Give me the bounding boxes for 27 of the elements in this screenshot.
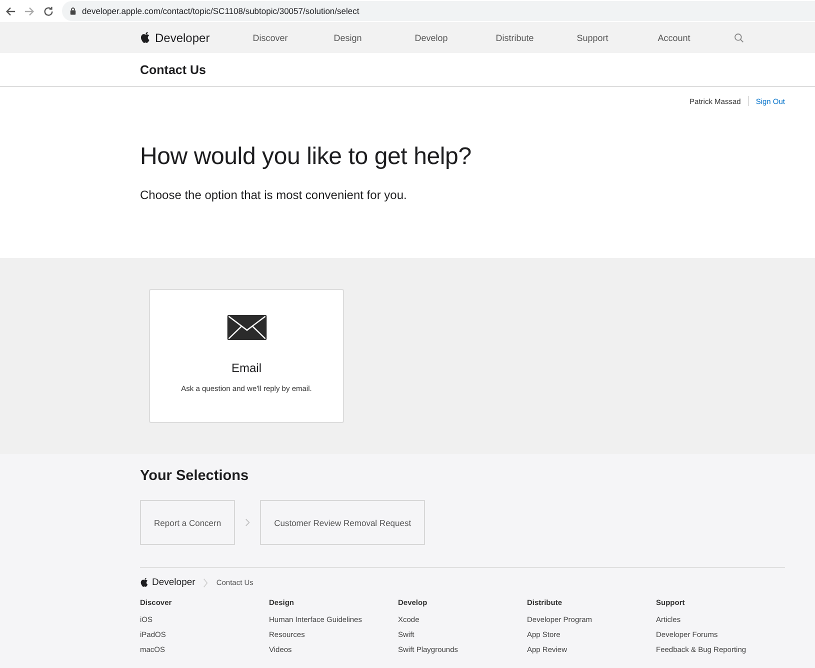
brand-text: Developer: [152, 577, 196, 588]
brand-text: Developer: [155, 30, 210, 44]
nav-link[interactable]: Design: [334, 32, 415, 42]
nav-link[interactable]: Support: [576, 32, 658, 42]
reload-icon[interactable]: [43, 6, 54, 16]
nav-link[interactable]: Develop: [414, 32, 496, 42]
search-icon[interactable]: [734, 32, 744, 42]
apple-logo-icon: [140, 31, 151, 44]
chevron-icon: [203, 578, 208, 588]
page-heading: How would you like to get help?: [140, 143, 472, 171]
address-bar[interactable]: developer.apple.com/contact/topic/SC1108/subtopic/30057/solution/select: [62, 1, 815, 21]
option-title: Email: [231, 361, 262, 375]
developer-logo[interactable]: Developer: [140, 577, 196, 588]
nav-link[interactable]: Distribute: [496, 32, 577, 42]
back-icon[interactable]: [5, 6, 16, 16]
section-title: Contact Us: [140, 62, 206, 76]
envelope-icon: [226, 315, 268, 340]
lock-icon: [70, 7, 76, 15]
selection-box[interactable]: Customer Review Removal Request: [260, 500, 426, 545]
developer-logo[interactable]: Developer: [140, 30, 210, 44]
apple-logo-icon: [140, 577, 149, 588]
selections-heading: Your Selections: [140, 467, 250, 484]
nav-link[interactable]: Account: [658, 32, 739, 42]
chevron-icon: [245, 518, 250, 527]
selection-box[interactable]: Report a Concern: [140, 500, 236, 545]
nav-link[interactable]: Discover: [252, 32, 334, 42]
page-subheading: Choose the option that is most convenient for you.: [140, 188, 408, 202]
